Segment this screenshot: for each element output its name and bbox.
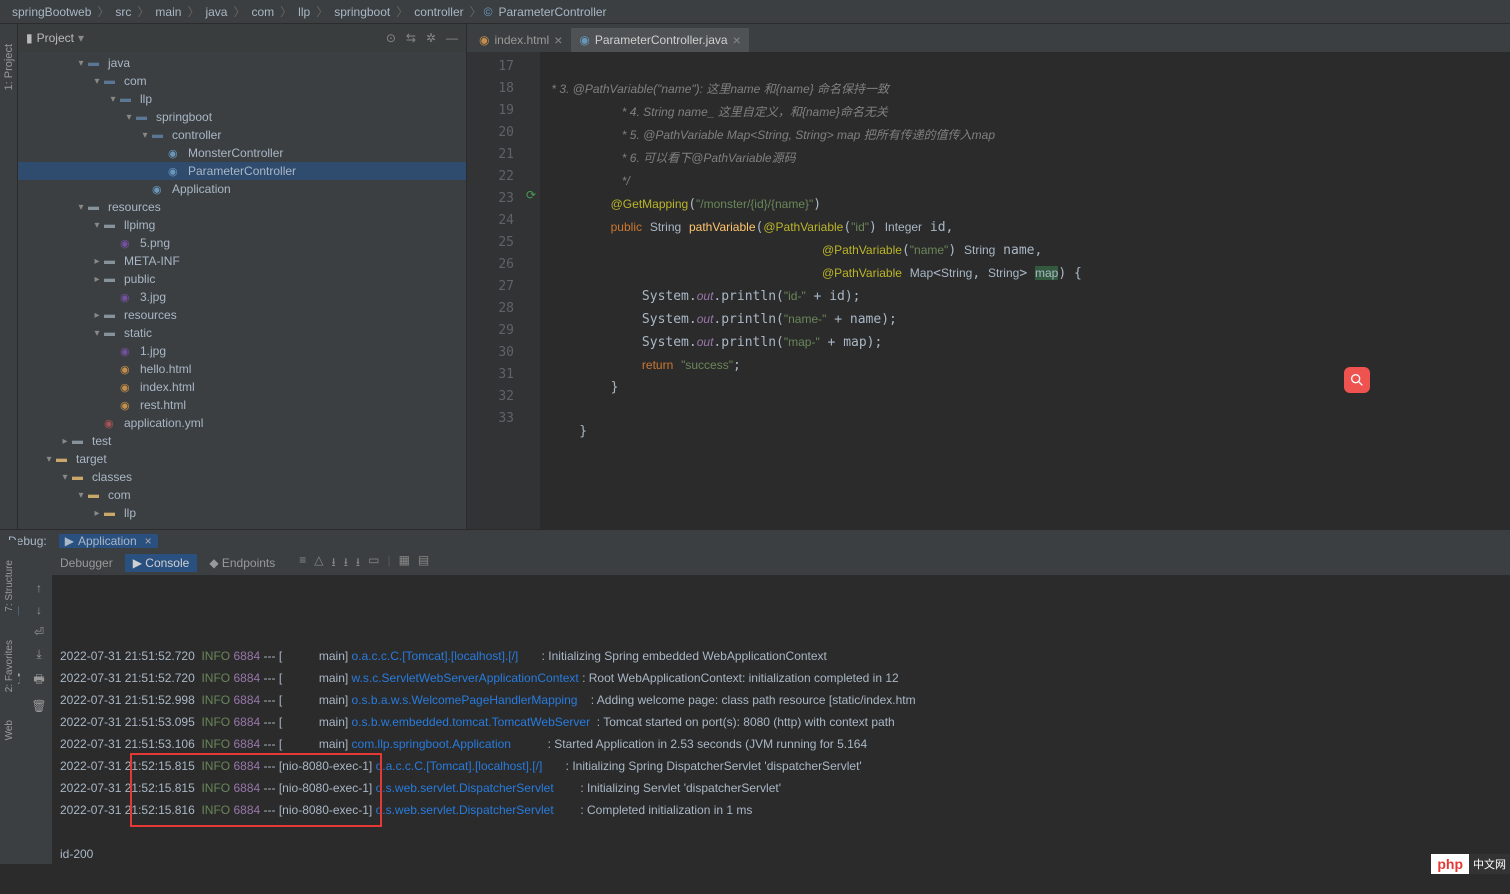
tree-item[interactable]: ◉MonsterController — [18, 144, 466, 162]
rail-web[interactable]: Web — [4, 720, 15, 740]
project-header: ▮Project ▾ ⊙ ⇆ ✲ — — [18, 24, 466, 52]
bread-1[interactable]: src — [111, 5, 135, 19]
tree-item[interactable]: ◉hello.html — [18, 360, 466, 378]
tree-item[interactable]: ◉ParameterController — [18, 162, 466, 180]
bread-8[interactable]: ParameterController — [494, 5, 610, 19]
run-mark-icon[interactable]: ⟳ — [522, 188, 540, 210]
endpoints-tab[interactable]: ◆ Endpoints — [201, 554, 283, 572]
bread-6[interactable]: springboot — [330, 5, 394, 19]
tree-item[interactable]: ◉index.html — [18, 378, 466, 396]
filter-icon[interactable]: ≡ — [299, 553, 306, 574]
bread-7[interactable]: controller — [410, 5, 467, 19]
code-text[interactable]: * 3. @PathVariable("name"): 这里name 和{nam… — [540, 52, 1510, 529]
debug-toolbar: Debug: ▶ Application × — [0, 529, 1510, 551]
down3-icon[interactable]: ⭳ — [356, 553, 360, 574]
left-tool-rail: 1: Project — [0, 24, 18, 529]
tree-item[interactable]: ▸▬llp — [18, 504, 466, 522]
scroll-icon[interactable]: ⤓ — [36, 647, 41, 662]
layout-icon[interactable]: ▦ — [399, 553, 410, 574]
bread-4[interactable]: com — [247, 5, 278, 19]
tree-item[interactable]: ▸▬test — [18, 432, 466, 450]
project-tree[interactable]: ▾▬java▾▬com▾▬llp▾▬springboot▾▬controller… — [18, 52, 466, 529]
highlight-box — [130, 753, 382, 827]
gutter-marks: ⟳ — [522, 52, 540, 529]
watermark: php 中文网 — [1431, 854, 1510, 874]
tree-item[interactable]: ▾▬classes — [18, 468, 466, 486]
tree-item[interactable]: ◉1.jpg — [18, 342, 466, 360]
breadcrumb: springBootweb〉 src〉 main〉 java〉 com〉 llp… — [0, 0, 1510, 24]
close-icon[interactable]: × — [733, 32, 741, 48]
project-icon: ▮ — [26, 31, 33, 45]
editor-tabs: ◉index.html×◉ParameterController.java× — [467, 24, 1510, 52]
debug-config-tab[interactable]: ▶ Application × — [59, 534, 158, 548]
editor-tab[interactable]: ◉ParameterController.java× — [571, 28, 748, 52]
console-tab[interactable]: ▶ Console — [125, 554, 198, 572]
down2-icon[interactable]: ⭳ — [344, 553, 348, 574]
tree-item[interactable]: ◉rest.html — [18, 396, 466, 414]
comment-line: * 5. @PathVariable Map<String, String> m… — [618, 128, 995, 142]
tree-item[interactable]: ▾▬static — [18, 324, 466, 342]
debug-subtabs: Debugger ▶ Console ◆ Endpoints ≡ △ ⭳ ⭳ ⭳… — [0, 551, 1510, 575]
layout2-icon[interactable]: ▤ — [418, 553, 429, 574]
project-title: Project — [37, 31, 74, 45]
bread-5[interactable]: llp — [294, 5, 314, 19]
rail-favorites[interactable]: 2: Favorites — [4, 640, 15, 692]
calc-icon[interactable]: ▭ — [368, 553, 379, 574]
bread-0[interactable]: springBootweb — [8, 5, 95, 19]
console-left-rail: ↑ ↓ ⏎ ⤓ 🖶 🗑 — [26, 575, 52, 864]
tree-item[interactable]: ▸▬resources — [18, 306, 466, 324]
tree-item[interactable]: ▾▬com — [18, 486, 466, 504]
comment-line: * 6. 可以看下@PathVariable源码 — [618, 151, 795, 165]
console-output[interactable]: 2022-07-31 21:51:52.720 INFO 6884 --- [ … — [52, 575, 1510, 864]
tree-item[interactable]: ▾▬java — [18, 54, 466, 72]
arrow-up-icon[interactable]: ↑ — [36, 581, 42, 595]
php-logo: php — [1431, 854, 1469, 874]
down1-icon[interactable]: ⭳ — [332, 553, 336, 574]
wrap-icon[interactable]: ⏎ — [34, 625, 44, 639]
line-gutter: 1718192021222324252627282930313233 — [467, 52, 522, 529]
search-button[interactable] — [1344, 367, 1370, 393]
expand-icon[interactable]: ⇆ — [406, 31, 416, 45]
gear-icon[interactable]: ✲ — [426, 31, 436, 45]
tree-item[interactable]: ▾▬llp — [18, 90, 466, 108]
tree-item[interactable]: ▾▬llpimg — [18, 216, 466, 234]
up-icon[interactable]: △ — [314, 553, 323, 574]
tree-item[interactable]: ◉5.png — [18, 234, 466, 252]
minimize-icon[interactable]: — — [446, 31, 458, 45]
tree-item[interactable]: ▾▬springboot — [18, 108, 466, 126]
debugger-tab[interactable]: Debugger — [52, 554, 121, 572]
bread-3[interactable]: java — [201, 5, 231, 19]
class-icon: © — [484, 5, 493, 19]
tree-item[interactable]: ▾▬controller — [18, 126, 466, 144]
tree-item[interactable]: ▸▬public — [18, 270, 466, 288]
close-icon[interactable]: × — [554, 32, 562, 48]
tree-item[interactable]: ▾▬resources — [18, 198, 466, 216]
code-area: 1718192021222324252627282930313233 ⟳ * 3… — [467, 52, 1510, 529]
comment-line: */ — [618, 174, 629, 188]
locate-icon[interactable]: ⊙ — [386, 31, 396, 45]
tree-item[interactable]: ▾▬com — [18, 72, 466, 90]
cn-logo: 中文网 — [1469, 854, 1510, 874]
editor-area: ◉index.html×◉ParameterController.java× 1… — [467, 24, 1510, 529]
tree-item[interactable]: ▾▬target — [18, 450, 466, 468]
arrow-down-icon[interactable]: ↓ — [36, 603, 42, 617]
bread-2[interactable]: main — [151, 5, 185, 19]
project-panel: ▮Project ▾ ⊙ ⇆ ✲ — ▾▬java▾▬com▾▬llp▾▬spr… — [18, 24, 467, 529]
tree-item[interactable]: ◉3.jpg — [18, 288, 466, 306]
comment-line: * 4. String name_ 这里自定义，和{name}命名无关 — [618, 105, 887, 119]
print-icon[interactable]: 🖶 — [33, 670, 44, 691]
rail-project[interactable]: 1: Project — [3, 44, 15, 90]
editor-tab[interactable]: ◉index.html× — [471, 28, 570, 52]
rail-structure[interactable]: 7: Structure — [4, 560, 15, 612]
left-bottom-rail: 7: Structure 2: Favorites Web — [0, 540, 18, 840]
tree-item[interactable]: ◉application.yml — [18, 414, 466, 432]
tree-item[interactable]: ▸▬META-INF — [18, 252, 466, 270]
clear-icon[interactable]: 🗑 — [31, 699, 46, 713]
comment-line: * 3. @PathVariable("name"): 这里name 和{nam… — [548, 82, 889, 96]
tree-item[interactable]: ◉Application — [18, 180, 466, 198]
